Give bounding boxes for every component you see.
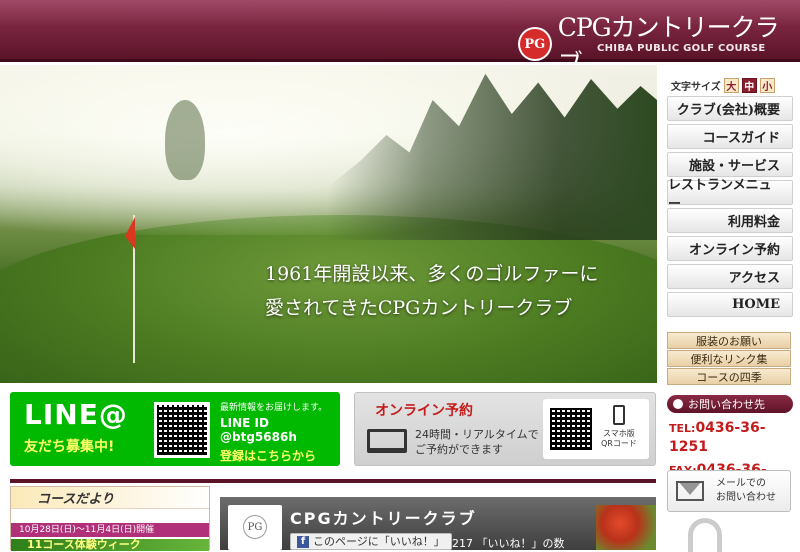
logo-mark-icon: PG xyxy=(518,27,552,61)
line-info-text: 最新情報をお届けします。 xyxy=(220,403,328,413)
font-size-control: 文字サイズ 大 中 小 xyxy=(667,74,793,96)
contact-heading-label: お問い合わせ先 xyxy=(688,398,765,411)
line-register-link[interactable]: 登録はこちらから xyxy=(220,447,340,464)
online-booking-desc: 24時間・リアルタイムで ご予約ができます xyxy=(415,427,539,457)
tree-graphic xyxy=(165,100,205,180)
font-size-small-button[interactable]: 小 xyxy=(759,77,775,93)
font-size-large-button[interactable]: 大 xyxy=(723,77,739,93)
facebook-like-button[interactable]: f このページに「いいね！」 xyxy=(290,533,452,550)
course-news-heading: コースだより xyxy=(11,487,209,509)
contact-heading: お問い合わせ先 xyxy=(667,395,793,413)
mobile-qr-caption-line-1: スマホ版 xyxy=(603,429,635,438)
online-booking-desc-line-1: 24時間・リアルタイムで xyxy=(415,428,539,441)
hero-caption-line-2: 愛されてきたCPGカントリークラブ xyxy=(265,297,573,319)
mail-contact-line-1: メールでの xyxy=(716,478,766,489)
line-info: 最新情報をお届けします。 LINE ID @btg5686h 登録はこちらから … xyxy=(220,400,340,477)
line-id: LINE ID @btg5686h xyxy=(220,416,297,444)
nav-item-fees[interactable]: 利用料金 xyxy=(667,208,793,233)
tel-label: TEL: xyxy=(669,422,696,435)
logo-mark-icon: PG xyxy=(243,515,267,539)
course-news-date: 10月28日(日)～11月4日(日)開催 xyxy=(11,523,209,537)
online-booking-title: オンライン予約 xyxy=(375,403,473,419)
bullet-icon xyxy=(673,399,683,409)
nav-item-access[interactable]: アクセス xyxy=(667,264,793,289)
mobile-qr-code-icon xyxy=(547,405,595,453)
mobile-qr-box[interactable]: スマホ版 QRコード xyxy=(543,399,649,459)
envelope-icon xyxy=(676,481,704,501)
laptop-icon xyxy=(367,429,407,453)
mail-contact-line-2: お問い合わせ xyxy=(716,492,776,503)
nav-item-home[interactable]: HOME xyxy=(667,292,793,317)
sub-nav-links[interactable]: 便利なリンク集 xyxy=(667,350,791,367)
lock-icon xyxy=(688,518,722,552)
hero-caption-line-1: 1961年開設以来、多くのゴルファーに xyxy=(265,263,599,285)
line-enlarge-hint: クリックで拡大 xyxy=(230,467,286,476)
sub-nav-dress-code[interactable]: 服装のお願い xyxy=(667,332,791,349)
facebook-page-name[interactable]: CPGカントリークラブ xyxy=(290,505,477,529)
nav-item-restaurant-menu[interactable]: レストランメニュー xyxy=(667,178,793,212)
sub-nav: 服装のお願い 便利なリンク集 コースの四季 xyxy=(667,332,791,386)
font-size-medium-button[interactable]: 中 xyxy=(741,77,757,93)
font-size-label: 文字サイズ xyxy=(671,81,721,93)
facebook-like-label: このページに「いいね！」 xyxy=(313,535,445,548)
online-booking-desc-line-2: ご予約ができます xyxy=(415,443,503,456)
facebook-like-count: 217 「いいね！」の数 xyxy=(452,537,565,550)
line-qr-code-icon[interactable] xyxy=(154,402,210,458)
course-news-headline[interactable]: 11コース体験ウィーク xyxy=(11,539,209,551)
nav-item-online-booking[interactable]: オンライン予約 xyxy=(667,236,793,261)
online-booking-banner[interactable]: オンライン予約 24時間・リアルタイムで ご予約ができます スマホ版 QRコード xyxy=(354,392,656,466)
sub-nav-seasons[interactable]: コースの四季 xyxy=(667,368,791,385)
section-divider xyxy=(10,479,656,483)
mail-contact-label: メールでの お問い合わせ xyxy=(716,477,776,505)
hero-caption: 1961年開設以来、多くのゴルファーに 愛されてきたCPGカントリークラブ xyxy=(265,257,598,325)
smartphone-icon xyxy=(613,405,625,425)
facebook-cover-photo xyxy=(596,505,656,550)
line-banner[interactable]: LINE@ 友だち募集中! 最新情報をお届けします。 LINE ID @btg5… xyxy=(10,392,340,476)
facebook-widget: PG CPGカントリークラブ f このページに「いいね！」 217 「いいね！」… xyxy=(220,497,656,550)
line-subtitle: 友だち募集中! xyxy=(24,439,115,455)
hero-image: 1961年開設以来、多くのゴルファーに 愛されてきたCPGカントリークラブ xyxy=(0,65,657,383)
facebook-page-logo[interactable]: PG xyxy=(228,505,282,550)
site-subtitle: CHIBA PUBLIC GOLF COURSE xyxy=(597,43,766,54)
sidebar-nav: 文字サイズ 大 中 小 クラブ(会社)概要 コースガイド 施設・サービス レスト… xyxy=(667,74,793,320)
nav-item-course-guide[interactable]: コースガイド xyxy=(667,124,793,149)
line-title: LINE@ xyxy=(24,398,128,431)
facebook-icon: f xyxy=(297,535,309,548)
site-header: PG CPGカントリークラブ CHIBA PUBLIC GOLF COURSE xyxy=(0,0,800,78)
course-news-box: コースだより 10月28日(日)～11月4日(日)開催 11コース体験ウィーク xyxy=(10,486,210,551)
tel-row: TEL:0436-36-1251 xyxy=(667,417,793,455)
mobile-qr-caption: スマホ版 QRコード xyxy=(601,429,637,449)
mail-contact-button[interactable]: メールでの お問い合わせ xyxy=(667,470,791,512)
mobile-qr-caption-line-2: QRコード xyxy=(601,439,637,448)
nav-item-club-overview[interactable]: クラブ(会社)概要 xyxy=(667,96,793,121)
